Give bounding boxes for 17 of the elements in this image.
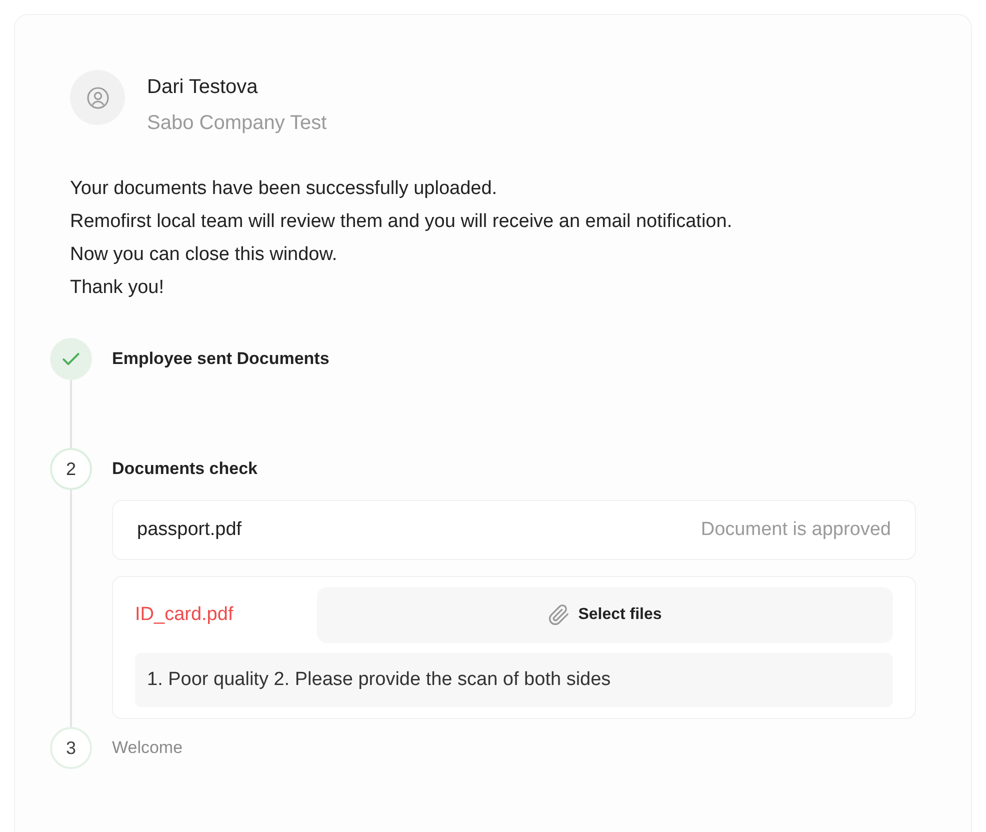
message-line: Thank you! <box>70 276 165 300</box>
user-name: Dari Testova <box>147 75 259 100</box>
document-status: Document is approved <box>700 518 891 542</box>
message-line: Your documents have been successfully uploaded. <box>70 177 498 201</box>
select-files-button[interactable]: Select files <box>317 587 893 643</box>
file-name: passport.pdf <box>137 518 242 542</box>
step-number: 3 <box>50 727 92 769</box>
file-name: ID_card.pdf <box>135 602 234 627</box>
message-line: Now you can close this window. <box>70 243 338 267</box>
step-label: Documents check <box>112 458 258 480</box>
company-name: Sabo Company Test <box>147 111 327 136</box>
step-label: Employee sent Documents <box>112 348 330 370</box>
rejection-comment: 1. Poor quality 2. Please provide the scan of both sides <box>135 653 893 707</box>
step-label: Welcome <box>112 737 183 760</box>
message-line: Remofirst local team will review them and you will receive an email notification. <box>70 210 734 234</box>
paperclip-icon <box>548 604 570 626</box>
step-number: 2 <box>50 448 92 490</box>
